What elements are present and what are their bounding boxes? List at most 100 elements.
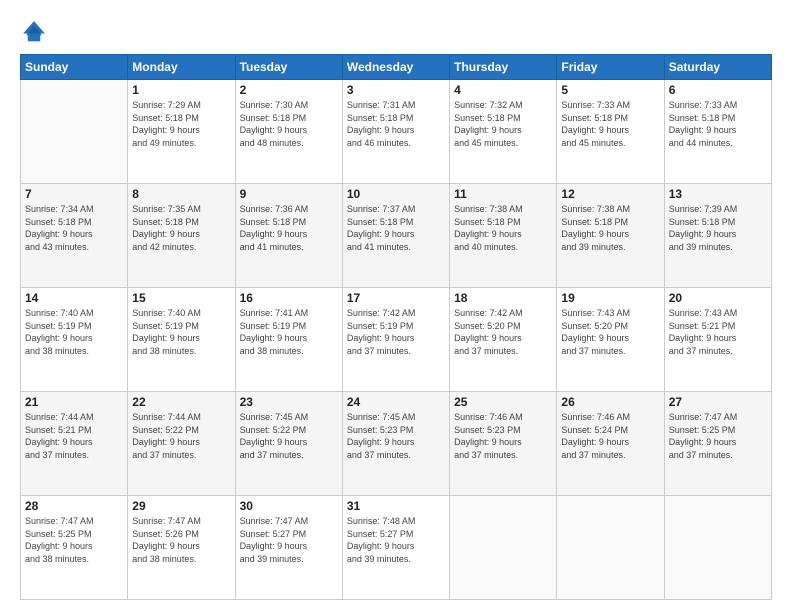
day-info: Sunrise: 7:42 AM Sunset: 5:19 PM Dayligh… bbox=[347, 307, 445, 357]
day-info: Sunrise: 7:39 AM Sunset: 5:18 PM Dayligh… bbox=[669, 203, 767, 253]
calendar-cell bbox=[664, 496, 771, 600]
day-number: 6 bbox=[669, 83, 767, 97]
day-info: Sunrise: 7:34 AM Sunset: 5:18 PM Dayligh… bbox=[25, 203, 123, 253]
day-info: Sunrise: 7:33 AM Sunset: 5:18 PM Dayligh… bbox=[561, 99, 659, 149]
calendar-table: SundayMondayTuesdayWednesdayThursdayFrid… bbox=[20, 54, 772, 600]
week-row-0: 1Sunrise: 7:29 AM Sunset: 5:18 PM Daylig… bbox=[21, 80, 772, 184]
day-info: Sunrise: 7:30 AM Sunset: 5:18 PM Dayligh… bbox=[240, 99, 338, 149]
day-info: Sunrise: 7:47 AM Sunset: 5:27 PM Dayligh… bbox=[240, 515, 338, 565]
day-number: 11 bbox=[454, 187, 552, 201]
week-row-1: 7 Sunrise: 7:34 AM Sunset: 5:18 PM Daylig… bbox=[21, 184, 772, 288]
calendar-cell: 21 Sunrise: 7:44 AM Sunset: 5:21 PM Dayli… bbox=[21, 392, 128, 496]
calendar-cell: 18 Sunrise: 7:42 AM Sunset: 5:20 PM Dayli… bbox=[450, 288, 557, 392]
week-row-2: 14Sunrise: 7:40 AM Sunset: 5:19 PM Dayli… bbox=[21, 288, 772, 392]
calendar-cell: 8Sunrise: 7:35 AM Sunset: 5:18 PM Daylig… bbox=[128, 184, 235, 288]
calendar-cell: 23 Sunrise: 7:45 AM Sunset: 5:22 PM Dayli… bbox=[235, 392, 342, 496]
weekday-header-monday: Monday bbox=[128, 55, 235, 80]
calendar-cell: 1Sunrise: 7:29 AM Sunset: 5:18 PM Daylig… bbox=[128, 80, 235, 184]
calendar-cell: 16 Sunrise: 7:41 AM Sunset: 5:19 PM Dayli… bbox=[235, 288, 342, 392]
day-number: 10 bbox=[347, 187, 445, 201]
day-number: 18 bbox=[454, 291, 552, 305]
day-info: Sunrise: 7:42 AM Sunset: 5:20 PM Dayligh… bbox=[454, 307, 552, 357]
day-info: Sunrise: 7:41 AM Sunset: 5:19 PM Dayligh… bbox=[240, 307, 338, 357]
day-info: Sunrise: 7:47 AM Sunset: 5:25 PM Dayligh… bbox=[669, 411, 767, 461]
weekday-header-row: SundayMondayTuesdayWednesdayThursdayFrid… bbox=[21, 55, 772, 80]
day-number: 1 bbox=[132, 83, 230, 97]
calendar-cell: 17 Sunrise: 7:42 AM Sunset: 5:19 PM Dayli… bbox=[342, 288, 449, 392]
calendar-cell: 30 Sunrise: 7:47 AM Sunset: 5:27 PM Dayli… bbox=[235, 496, 342, 600]
page: SundayMondayTuesdayWednesdayThursdayFrid… bbox=[0, 0, 792, 612]
calendar-cell: 13 Sunrise: 7:39 AM Sunset: 5:18 PM Dayli… bbox=[664, 184, 771, 288]
calendar-cell: 2 Sunrise: 7:30 AM Sunset: 5:18 PM Daylig… bbox=[235, 80, 342, 184]
day-number: 15 bbox=[132, 291, 230, 305]
calendar-cell: 15 Sunrise: 7:40 AM Sunset: 5:19 PM Dayli… bbox=[128, 288, 235, 392]
day-number: 7 bbox=[25, 187, 123, 201]
day-number: 29 bbox=[132, 499, 230, 513]
day-number: 23 bbox=[240, 395, 338, 409]
day-number: 19 bbox=[561, 291, 659, 305]
weekday-header-sunday: Sunday bbox=[21, 55, 128, 80]
week-row-4: 28 Sunrise: 7:47 AM Sunset: 5:25 PM Dayli… bbox=[21, 496, 772, 600]
day-number: 20 bbox=[669, 291, 767, 305]
day-number: 17 bbox=[347, 291, 445, 305]
calendar-cell: 22 Sunrise: 7:44 AM Sunset: 5:22 PM Dayli… bbox=[128, 392, 235, 496]
day-info: Sunrise: 7:40 AM Sunset: 5:19 PM Dayligh… bbox=[132, 307, 230, 357]
calendar-cell: 3Sunrise: 7:31 AM Sunset: 5:18 PM Daylig… bbox=[342, 80, 449, 184]
day-info: Sunrise: 7:48 AM Sunset: 5:27 PM Dayligh… bbox=[347, 515, 445, 565]
logo bbox=[20, 18, 52, 46]
calendar-cell: 11 Sunrise: 7:38 AM Sunset: 5:18 PM Dayli… bbox=[450, 184, 557, 288]
calendar-cell: 27 Sunrise: 7:47 AM Sunset: 5:25 PM Dayli… bbox=[664, 392, 771, 496]
day-number: 9 bbox=[240, 187, 338, 201]
calendar-cell: 28 Sunrise: 7:47 AM Sunset: 5:25 PM Dayli… bbox=[21, 496, 128, 600]
calendar-cell: 24Sunrise: 7:45 AM Sunset: 5:23 PM Dayli… bbox=[342, 392, 449, 496]
day-number: 26 bbox=[561, 395, 659, 409]
day-info: Sunrise: 7:33 AM Sunset: 5:18 PM Dayligh… bbox=[669, 99, 767, 149]
day-number: 13 bbox=[669, 187, 767, 201]
day-number: 2 bbox=[240, 83, 338, 97]
header bbox=[20, 18, 772, 46]
day-info: Sunrise: 7:46 AM Sunset: 5:24 PM Dayligh… bbox=[561, 411, 659, 461]
calendar-cell bbox=[21, 80, 128, 184]
calendar-cell: 20 Sunrise: 7:43 AM Sunset: 5:21 PM Dayli… bbox=[664, 288, 771, 392]
calendar-cell: 4 Sunrise: 7:32 AM Sunset: 5:18 PM Daylig… bbox=[450, 80, 557, 184]
day-number: 27 bbox=[669, 395, 767, 409]
day-number: 21 bbox=[25, 395, 123, 409]
day-info: Sunrise: 7:38 AM Sunset: 5:18 PM Dayligh… bbox=[454, 203, 552, 253]
calendar-cell: 9 Sunrise: 7:36 AM Sunset: 5:18 PM Daylig… bbox=[235, 184, 342, 288]
calendar-cell: 29Sunrise: 7:47 AM Sunset: 5:26 PM Dayli… bbox=[128, 496, 235, 600]
day-number: 22 bbox=[132, 395, 230, 409]
weekday-header-thursday: Thursday bbox=[450, 55, 557, 80]
day-number: 4 bbox=[454, 83, 552, 97]
day-number: 24 bbox=[347, 395, 445, 409]
day-info: Sunrise: 7:32 AM Sunset: 5:18 PM Dayligh… bbox=[454, 99, 552, 149]
day-info: Sunrise: 7:31 AM Sunset: 5:18 PM Dayligh… bbox=[347, 99, 445, 149]
day-number: 28 bbox=[25, 499, 123, 513]
logo-icon bbox=[20, 18, 48, 46]
weekday-header-friday: Friday bbox=[557, 55, 664, 80]
day-info: Sunrise: 7:43 AM Sunset: 5:21 PM Dayligh… bbox=[669, 307, 767, 357]
calendar-cell: 19 Sunrise: 7:43 AM Sunset: 5:20 PM Dayli… bbox=[557, 288, 664, 392]
day-number: 5 bbox=[561, 83, 659, 97]
day-info: Sunrise: 7:44 AM Sunset: 5:22 PM Dayligh… bbox=[132, 411, 230, 461]
day-info: Sunrise: 7:36 AM Sunset: 5:18 PM Dayligh… bbox=[240, 203, 338, 253]
day-info: Sunrise: 7:44 AM Sunset: 5:21 PM Dayligh… bbox=[25, 411, 123, 461]
weekday-header-tuesday: Tuesday bbox=[235, 55, 342, 80]
day-number: 16 bbox=[240, 291, 338, 305]
day-info: Sunrise: 7:37 AM Sunset: 5:18 PM Dayligh… bbox=[347, 203, 445, 253]
calendar-cell: 14Sunrise: 7:40 AM Sunset: 5:19 PM Dayli… bbox=[21, 288, 128, 392]
calendar-cell: 12Sunrise: 7:38 AM Sunset: 5:18 PM Dayli… bbox=[557, 184, 664, 288]
day-info: Sunrise: 7:43 AM Sunset: 5:20 PM Dayligh… bbox=[561, 307, 659, 357]
calendar-cell: 25Sunrise: 7:46 AM Sunset: 5:23 PM Dayli… bbox=[450, 392, 557, 496]
calendar-cell: 10 Sunrise: 7:37 AM Sunset: 5:18 PM Dayli… bbox=[342, 184, 449, 288]
day-info: Sunrise: 7:38 AM Sunset: 5:18 PM Dayligh… bbox=[561, 203, 659, 253]
calendar-cell: 6 Sunrise: 7:33 AM Sunset: 5:18 PM Daylig… bbox=[664, 80, 771, 184]
day-number: 30 bbox=[240, 499, 338, 513]
day-info: Sunrise: 7:47 AM Sunset: 5:25 PM Dayligh… bbox=[25, 515, 123, 565]
calendar-cell bbox=[450, 496, 557, 600]
day-info: Sunrise: 7:45 AM Sunset: 5:22 PM Dayligh… bbox=[240, 411, 338, 461]
weekday-header-wednesday: Wednesday bbox=[342, 55, 449, 80]
weekday-header-saturday: Saturday bbox=[664, 55, 771, 80]
calendar-cell bbox=[557, 496, 664, 600]
calendar-cell: 7 Sunrise: 7:34 AM Sunset: 5:18 PM Daylig… bbox=[21, 184, 128, 288]
day-info: Sunrise: 7:35 AM Sunset: 5:18 PM Dayligh… bbox=[132, 203, 230, 253]
